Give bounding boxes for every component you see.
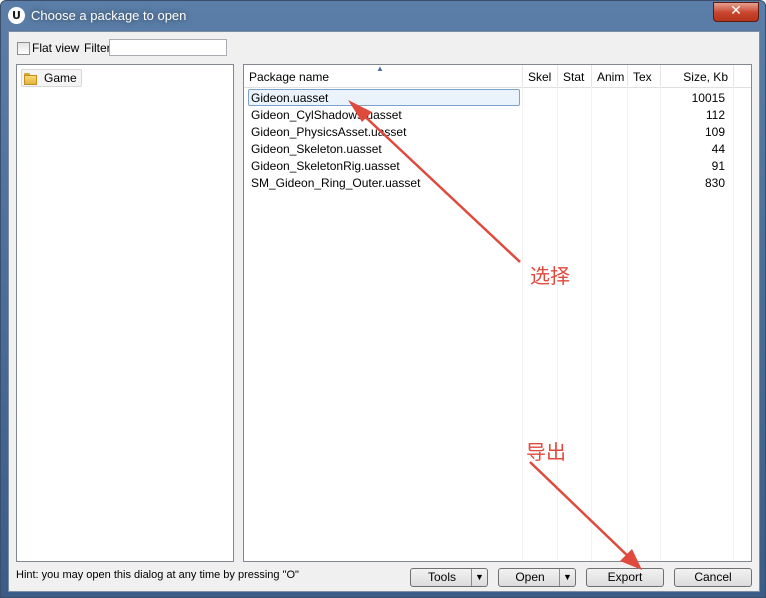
open-button[interactable]: Open ▼: [498, 568, 576, 587]
package-name: Gideon_CylShadows.uasset: [251, 108, 402, 122]
filter-input[interactable]: [109, 39, 227, 56]
annotation-export-label: 导出: [526, 440, 566, 464]
column-header-tex[interactable]: Tex: [628, 65, 661, 87]
annotation-select-label: 选择: [530, 264, 570, 288]
package-size: 109: [704, 125, 725, 139]
table-row[interactable]: Gideon_CylShadows.uasset 112: [244, 107, 751, 124]
column-header-anim[interactable]: Anim: [592, 65, 628, 87]
unreal-logo-icon: U: [8, 7, 25, 24]
package-size: 91: [711, 159, 725, 173]
tree-item-label: Game: [44, 71, 77, 85]
dialog-window: U Choose a package to open ✕ Flat view F…: [0, 0, 766, 598]
column-header-stat[interactable]: Stat: [558, 65, 592, 87]
package-name: Gideon_Skeleton.uasset: [251, 142, 382, 156]
flat-view-checkbox[interactable]: [17, 42, 30, 55]
package-name: Gideon_SkeletonRig.uasset: [251, 159, 400, 173]
close-button[interactable]: ✕: [713, 2, 759, 22]
flat-view-label[interactable]: Flat view: [32, 41, 79, 55]
cancel-button[interactable]: Cancel: [674, 568, 752, 587]
package-name: Gideon_PhysicsAsset.uasset: [251, 125, 407, 139]
sort-ascending-icon: ▲: [376, 64, 384, 73]
table-row[interactable]: Gideon_PhysicsAsset.uasset 109: [244, 124, 751, 141]
package-size: 112: [705, 108, 725, 122]
table-row[interactable]: SM_Gideon_Ring_Outer.uasset 830: [244, 175, 751, 192]
column-header-skel[interactable]: Skel: [523, 65, 558, 87]
package-list[interactable]: Package name ▲ Skel Stat Anim Tex Size, …: [243, 64, 752, 562]
column-header-label: Package name: [249, 70, 330, 84]
tree-item-game[interactable]: Game: [21, 69, 82, 87]
table-row[interactable]: Gideon_Skeleton.uasset 44: [244, 141, 751, 158]
dropdown-arrow-icon[interactable]: ▼: [559, 569, 575, 586]
tools-button-label: Tools: [427, 570, 456, 584]
package-name: SM_Gideon_Ring_Outer.uasset: [251, 176, 421, 190]
hint-text: Hint: you may open this dialog at any ti…: [16, 569, 299, 581]
package-size: 10015: [691, 91, 725, 105]
title-bar[interactable]: U Choose a package to open ✕: [1, 1, 765, 31]
column-header-package-name[interactable]: Package name ▲: [244, 65, 523, 87]
folder-icon: [24, 72, 38, 85]
window-title: Choose a package to open: [31, 8, 187, 23]
dropdown-arrow-icon[interactable]: ▼: [471, 569, 487, 586]
tools-button[interactable]: Tools ▼: [410, 568, 488, 587]
export-button[interactable]: Export: [586, 568, 664, 587]
column-header-size[interactable]: Size, Kb: [661, 65, 734, 87]
package-name: Gideon.uasset: [251, 91, 329, 105]
package-size: 830: [704, 176, 725, 190]
package-size: 44: [711, 142, 725, 156]
folder-tree[interactable]: Game: [16, 64, 234, 562]
list-header: Package name ▲ Skel Stat Anim Tex Size, …: [244, 65, 751, 88]
open-button-label: Open: [515, 570, 545, 584]
dialog-body: Flat view Filter: Game Package name ▲ Sk…: [8, 31, 760, 592]
table-row[interactable]: Gideon_SkeletonRig.uasset 91: [244, 158, 751, 175]
table-row[interactable]: Gideon.uasset 10015: [244, 89, 751, 107]
